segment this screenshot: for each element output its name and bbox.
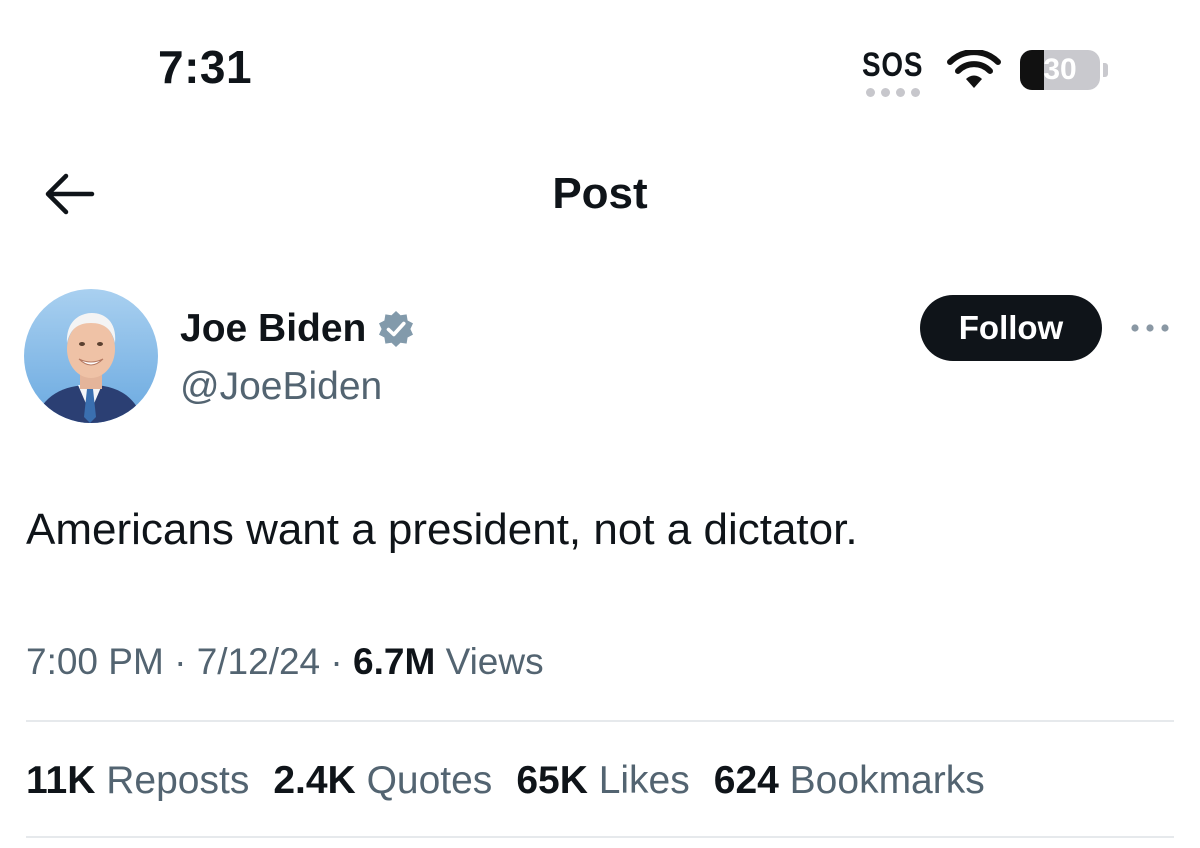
battery-cap bbox=[1103, 63, 1108, 77]
battery-level: 30 bbox=[1043, 53, 1077, 86]
tweet-text: Americans want a president, not a dictat… bbox=[26, 505, 858, 554]
stat-label: Likes bbox=[598, 759, 690, 802]
views-label: Views bbox=[445, 641, 544, 682]
stat-bookmarks[interactable]: 624 Bookmarks bbox=[714, 756, 985, 806]
wifi-icon bbox=[947, 50, 1001, 88]
author-name-row[interactable]: Joe Biden bbox=[180, 306, 416, 352]
avatar-image bbox=[24, 289, 158, 423]
stat-count: 11K bbox=[26, 759, 96, 802]
divider bbox=[26, 720, 1174, 722]
stat-count: 624 bbox=[713, 759, 779, 802]
stat-label: Quotes bbox=[366, 759, 493, 802]
stat-quotes[interactable]: 2.4K Quotes bbox=[273, 756, 492, 806]
signal-dots bbox=[866, 88, 920, 97]
meta-separator: · bbox=[174, 641, 187, 682]
author-name[interactable]: Joe Biden bbox=[180, 306, 366, 352]
divider bbox=[26, 836, 1174, 838]
tweet-time[interactable]: 7:00 PM bbox=[26, 641, 164, 682]
verified-badge-icon bbox=[379, 311, 414, 347]
stat-label: Bookmarks bbox=[789, 759, 985, 802]
tweet-date[interactable]: 7/12/24 bbox=[197, 641, 320, 682]
engagement-stats: 11K Reposts 2.4K Quotes 65K Likes 624 Bo… bbox=[26, 756, 985, 806]
sos-indicator: SOS bbox=[862, 46, 924, 84]
follow-button[interactable]: Follow bbox=[920, 295, 1102, 361]
stat-likes[interactable]: 65K Likes bbox=[516, 756, 689, 806]
stat-reposts[interactable]: 11K Reposts bbox=[26, 756, 249, 806]
status-time: 7:31 bbox=[158, 41, 253, 93]
tweet-meta: 7:00 PM · 7/12/24 · 6.7M Views bbox=[26, 638, 544, 686]
more-options-icon[interactable] bbox=[1128, 316, 1172, 340]
page-title: Post bbox=[552, 169, 648, 218]
stat-count: 2.4K bbox=[273, 759, 356, 802]
stat-count: 65K bbox=[516, 759, 588, 802]
avatar[interactable] bbox=[24, 289, 158, 423]
views-count: 6.7M bbox=[353, 641, 436, 682]
stat-label: Reposts bbox=[106, 759, 250, 802]
battery-icon: 30 bbox=[1020, 50, 1100, 90]
author-handle[interactable]: @JoeBiden bbox=[180, 364, 382, 410]
status-indicators: SOS 30 bbox=[860, 46, 1120, 97]
meta-separator: · bbox=[330, 641, 343, 682]
